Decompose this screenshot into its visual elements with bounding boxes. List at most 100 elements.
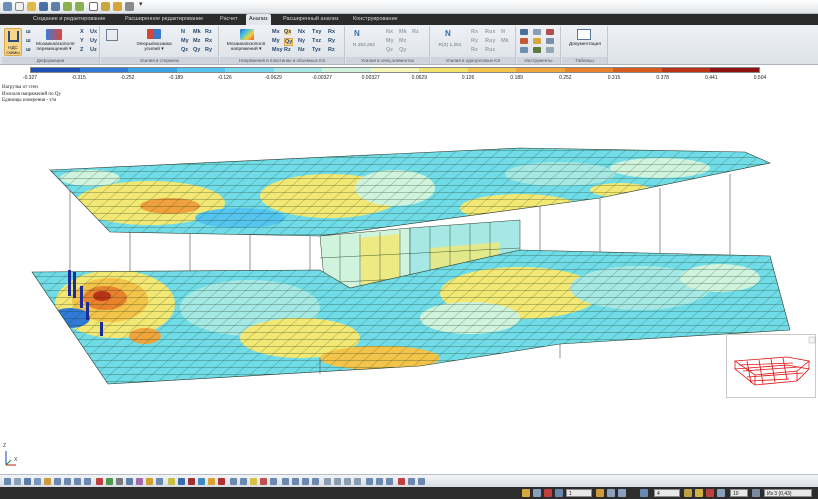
spec-my-icon[interactable]: My xyxy=(386,38,394,44)
select-polygon-icon[interactable] xyxy=(126,478,133,485)
tool-j-icon[interactable] xyxy=(376,478,383,485)
force-ry-icon[interactable]: Ry xyxy=(205,47,212,53)
navigation-minimap[interactable] xyxy=(726,334,816,398)
documentation-button[interactable]: Документация xyxy=(562,42,608,47)
tool-k-icon[interactable] xyxy=(386,478,393,485)
tool-sum-icon[interactable] xyxy=(533,29,541,35)
onenode-rx-icon[interactable]: Rx xyxy=(471,29,478,35)
onenode-value[interactable]: R(Z) 1,251 xyxy=(433,43,467,48)
onenode-rux-icon[interactable]: Rux xyxy=(485,29,495,35)
redo-icon[interactable] xyxy=(75,2,84,11)
stress-rx-icon[interactable]: Rx xyxy=(328,29,335,35)
tool-f-icon[interactable] xyxy=(334,478,341,485)
numbering-icon[interactable] xyxy=(178,478,185,485)
disp-z-icon[interactable]: Z xyxy=(80,47,83,53)
tool-i-icon[interactable] xyxy=(366,478,373,485)
pen-icon[interactable] xyxy=(270,478,277,485)
status-a-icon[interactable] xyxy=(596,489,604,497)
copy-icon[interactable] xyxy=(89,2,98,11)
view-fit-icon[interactable] xyxy=(44,478,51,485)
iso-displacement-button[interactable]: Мозаика/изополя перемещений ▾ xyxy=(36,42,74,52)
deform-x-icon[interactable]: ш xyxy=(26,29,31,35)
force-my-icon[interactable]: My xyxy=(181,38,189,44)
onenode-n2-icon[interactable]: N xyxy=(501,29,505,35)
tab-analysis[interactable]: Анализ xyxy=(246,14,271,25)
stress-rz-icon[interactable]: Rz xyxy=(284,47,291,53)
stress-qy-icon[interactable]: Qy xyxy=(284,38,294,46)
tool-scale-icon[interactable] xyxy=(520,38,528,44)
onenode-ruz-icon[interactable]: Ruz xyxy=(485,47,495,53)
status-d-icon[interactable] xyxy=(640,489,648,497)
tool-minus-icon[interactable] xyxy=(546,38,554,44)
tool-table-icon[interactable] xyxy=(520,47,528,53)
spec-mz-icon[interactable]: Mz xyxy=(399,38,406,44)
status-prev-icon[interactable] xyxy=(533,489,541,497)
supports-icon[interactable] xyxy=(198,478,205,485)
status-h-icon[interactable] xyxy=(717,489,725,497)
force-mz-icon[interactable]: Mz xyxy=(193,38,200,44)
spec-qz-icon[interactable]: Qz xyxy=(386,47,393,53)
stress-mx-icon[interactable]: Mx xyxy=(272,29,280,35)
new-file-icon[interactable] xyxy=(15,2,24,11)
load-case-field[interactable]: 1 xyxy=(566,489,592,497)
status-load-icon[interactable] xyxy=(522,489,530,497)
onenode-rz-icon[interactable]: Rz xyxy=(471,47,478,53)
tool-l-icon[interactable] xyxy=(398,478,405,485)
stress-ny-icon[interactable]: Ny xyxy=(298,38,305,44)
stress-tyz-icon[interactable]: Tyz xyxy=(312,47,321,53)
stress-nz-icon[interactable]: Nz xyxy=(298,47,305,53)
save-icon[interactable] xyxy=(39,2,48,11)
tab-create-edit[interactable]: Создание и редактирование xyxy=(30,14,108,25)
view-projection-icon[interactable] xyxy=(4,478,11,485)
view-rotate-icon[interactable] xyxy=(14,478,21,485)
select-elements-icon[interactable] xyxy=(106,478,113,485)
view-zoom-icon[interactable] xyxy=(34,478,41,485)
view-top-icon[interactable] xyxy=(74,478,81,485)
status-e-icon[interactable] xyxy=(684,489,692,497)
tool-n-icon[interactable] xyxy=(418,478,425,485)
status-b-icon[interactable] xyxy=(607,489,615,497)
onenode-ry-icon[interactable]: Ry xyxy=(471,38,478,44)
open-folder-icon[interactable] xyxy=(27,2,36,11)
stress-nx-icon[interactable]: Nx xyxy=(298,29,305,35)
spec-value[interactable]: N 252,262 xyxy=(348,43,380,48)
spec-n-icon[interactable]: N xyxy=(354,29,360,38)
model-viewport[interactable] xyxy=(0,108,818,474)
quick-access-dropdown-icon[interactable]: ▾ xyxy=(139,0,143,8)
tool-d-icon[interactable] xyxy=(312,478,319,485)
settings-icon[interactable] xyxy=(125,2,134,11)
view-side-icon[interactable] xyxy=(64,478,71,485)
select-frame-icon[interactable] xyxy=(116,478,123,485)
tool-g-icon[interactable] xyxy=(344,478,351,485)
force-rx-icon[interactable]: Rx xyxy=(205,38,212,44)
status-next-icon[interactable] xyxy=(544,489,552,497)
print-icon[interactable] xyxy=(51,2,60,11)
disp-y-icon[interactable]: Y xyxy=(80,38,84,44)
number-field[interactable]: 4 xyxy=(654,489,680,497)
disp-uy-icon[interactable]: Uy xyxy=(90,38,97,44)
tool-h-icon[interactable] xyxy=(354,478,361,485)
deform-y-icon[interactable]: ш xyxy=(26,38,31,44)
stress-ry-icon[interactable]: Ry xyxy=(328,38,335,44)
stress-qx-icon[interactable]: Qx xyxy=(284,29,292,35)
tool-more-icon[interactable] xyxy=(546,47,554,53)
stress-mxy-icon[interactable]: Mxy xyxy=(272,47,283,53)
status-i-icon[interactable] xyxy=(752,489,760,497)
force-mk-icon[interactable]: Mk xyxy=(193,29,201,35)
tool-b-icon[interactable] xyxy=(292,478,299,485)
deform-z-icon[interactable]: ш xyxy=(26,47,31,53)
tool-e-icon[interactable] xyxy=(324,478,331,485)
epure-button[interactable]: Эпюры/мозаика усилий ▾ xyxy=(131,42,177,52)
flags-icon[interactable] xyxy=(168,478,175,485)
marker-icon[interactable] xyxy=(260,478,267,485)
spec-nx-icon[interactable]: Nx xyxy=(386,29,393,35)
status-f-icon[interactable] xyxy=(695,489,703,497)
tool-a-icon[interactable] xyxy=(282,478,289,485)
iso-stress-button[interactable]: Мозаика/изополя напряжений ▾ xyxy=(222,42,270,52)
tab-advanced-edit[interactable]: Расширенное редактирование xyxy=(122,14,206,25)
disp-ux-icon[interactable]: Ux xyxy=(90,29,97,35)
force-qz-icon[interactable]: Qz xyxy=(181,47,188,53)
tab-advanced-analysis[interactable]: Расширенный анализ xyxy=(280,14,341,25)
spec-rz-icon[interactable]: Rz xyxy=(412,29,419,35)
ndc-button[interactable]: НДС схемы xyxy=(4,28,22,56)
